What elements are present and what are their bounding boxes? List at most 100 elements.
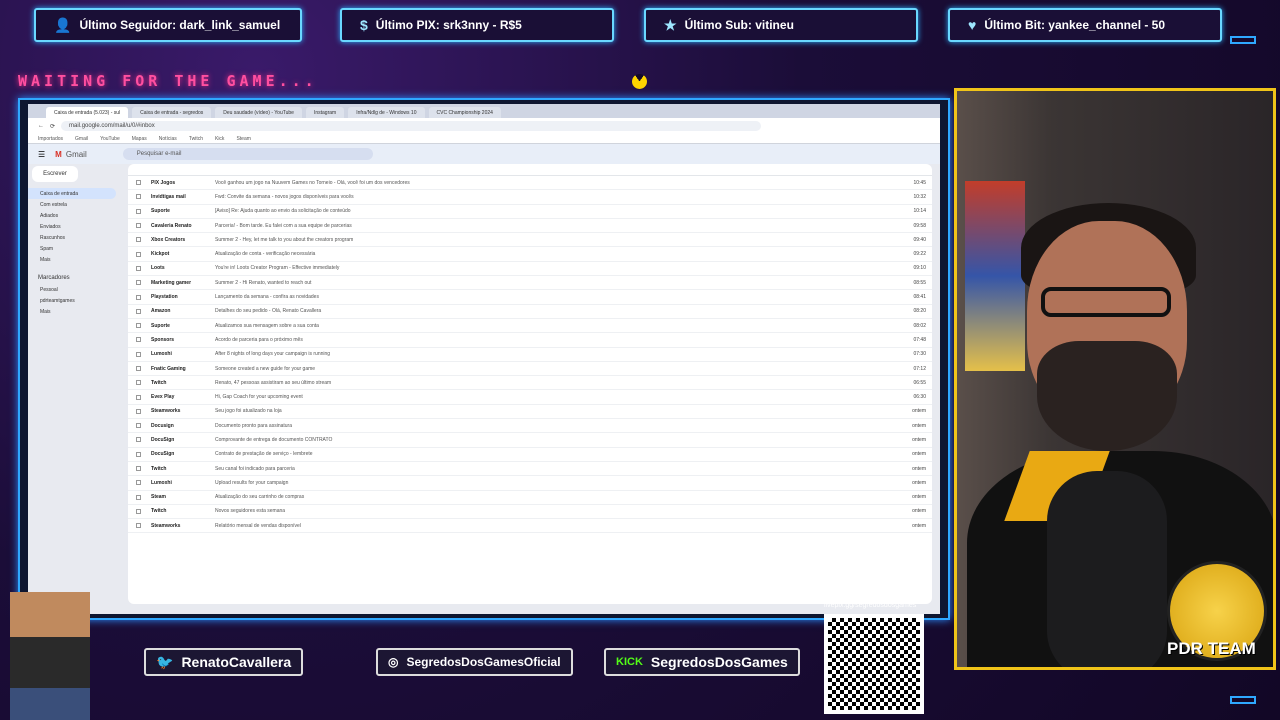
email-row[interactable]: PIX Jogos Você ganhou um jogo na Nuuvem G… [128,176,932,191]
folder-more[interactable]: Mais [28,254,116,265]
email-row[interactable]: Amazon Detalhes do seu pedido - Olá, Rena… [128,305,932,319]
row-checkbox[interactable] [136,194,141,200]
email-time: ontem [912,422,926,429]
tab-2[interactable]: Caixa de entrada - segredos [132,107,212,118]
email-sender: Lumoxhi [151,479,172,486]
email-snippet: Lançamento da semana - confira as novida… [215,294,319,301]
alerts-bar: 👤 Último Seguidor: dark_link_samuel $ Últi… [0,0,1280,50]
label-item[interactable]: pdrteamtgames [28,295,116,306]
tab-4[interactable]: Instagram [305,107,345,118]
label-item[interactable]: Mais [28,306,116,317]
folder-drafts[interactable]: Rascunhos [28,232,116,243]
bookmark-item[interactable]: Notícias [159,136,177,142]
email-row[interactable]: Marketing gamer Summer 2 - Hi Renato, wan… [128,276,932,291]
row-checkbox[interactable] [136,337,141,343]
email-time: ontem [912,508,926,515]
email-row[interactable]: Lumoxhi After 8 nights of long days your … [128,348,932,362]
bookmark-item[interactable]: Gmail [75,136,88,142]
folder-sent[interactable]: Enviados [28,221,116,232]
row-checkbox[interactable] [136,323,141,329]
email-row[interactable]: Steamworks Relatório mensal de vendas dis… [128,519,932,534]
email-row[interactable]: Suporte Atualizamos sua mensagem sobre a … [128,319,932,334]
folder-starred[interactable]: Com estrela [28,199,116,210]
email-snippet: Detalhes do seu pedido - Olá, Renato Cav… [215,308,322,315]
email-row[interactable]: Sponsors Acordo de parceria para o próxim… [128,333,932,348]
gmail-body: Escrever Caixa de entrada Com estrela Ad… [28,164,940,604]
email-sender: Kickpot [151,251,170,258]
row-checkbox[interactable] [136,265,141,271]
glasses [1041,287,1171,317]
email-row[interactable]: Suporte [Aviso] Re: Ajuda quanto ao envio… [128,205,932,219]
email-row[interactable]: Twitch Novos seguidores esta semana ontem [128,505,932,520]
email-row[interactable]: DocuSign Comprovante de entrega de docume… [128,433,932,448]
row-checkbox[interactable] [136,237,141,243]
email-time: ontem [912,436,926,443]
row-checkbox[interactable] [136,294,141,300]
email-time: 08:55 [913,279,926,286]
email-row[interactable]: Steamworks Seu jogo foi atualizado na loj… [128,405,932,420]
compose-button[interactable]: Escrever [32,166,78,182]
row-checkbox[interactable] [136,351,141,357]
email-row[interactable]: Steam Atualização do seu carrinho de comp… [128,491,932,505]
row-checkbox[interactable] [136,494,141,500]
email-row[interactable]: Cavaleria Renato Parceria! - Bom tarde. E… [128,219,932,234]
row-checkbox[interactable] [136,466,141,472]
tab-3[interactable]: Deu saudade (vídeo) - YouTube [215,107,302,118]
email-row[interactable]: DocuSign Contrato de prestação de serviço… [128,448,932,462]
bookmark-item[interactable]: Twitch [189,136,203,142]
row-checkbox[interactable] [136,180,141,186]
row-checkbox[interactable] [136,437,141,443]
row-checkbox[interactable] [136,251,141,257]
tab-6[interactable]: CVC Championship 2024 [428,107,501,118]
row-checkbox[interactable] [136,480,141,486]
qr-code[interactable] [824,614,924,714]
menu-icon[interactable]: ☰ [38,150,45,159]
row-checkbox[interactable] [136,408,141,414]
email-row[interactable]: Loots You're in! Loots Creator Program - … [128,262,932,277]
email-row[interactable]: Lumoxhi Upload results for your campaign o… [128,476,932,491]
bookmark-item[interactable]: Mapas [132,136,147,142]
mail-icon: M [55,149,62,159]
address-bar[interactable]: mail.google.com/mail/u/0/#inbox [61,121,762,131]
folder-snoozed[interactable]: Adiados [28,210,116,221]
bookmark-item[interactable]: Importados [38,136,63,142]
email-row[interactable]: Evex Play Hi, Gap Coach for your upcoming… [128,390,932,405]
search-input[interactable]: Pesquisar e-mail [122,148,373,160]
email-row[interactable]: Twitch Seu canal foi indicado para parcer… [128,462,932,477]
folder-spam[interactable]: Spam [28,243,116,254]
row-checkbox[interactable] [136,523,141,529]
gmail-logo[interactable]: M Gmail [55,150,87,159]
email-snippet: [Aviso] Re: Ajuda quanto ao envio da sol… [215,208,351,215]
email-time: 08:41 [913,294,926,301]
reload-icon[interactable]: ⟳ [50,123,55,130]
row-checkbox[interactable] [136,394,141,400]
email-snippet: Someone created a new guide for your gam… [215,365,316,372]
row-checkbox[interactable] [136,208,141,214]
email-row[interactable]: Twitch Renato, 47 pessoas assistiram ao s… [128,376,932,391]
row-checkbox[interactable] [136,223,141,229]
tab-5[interactable]: Infra/Ndlg de - Windows 10 [348,107,425,118]
row-checkbox[interactable] [136,380,141,386]
email-row[interactable]: Kickpot Atualização de conta - verificaçã… [128,247,932,262]
row-checkbox[interactable] [136,451,141,457]
bookmark-item[interactable]: Steam [236,136,250,142]
email-row[interactable]: Docusign Documento pronto para assinatura… [128,419,932,434]
pixel-character [10,592,90,720]
row-checkbox[interactable] [136,366,141,371]
label-item[interactable]: Pessoal [28,284,116,295]
back-icon[interactable]: ← [38,123,44,129]
email-time: 09:58 [913,222,926,229]
tab-gmail[interactable]: Caixa de entrada (5.023) - sul [46,107,129,118]
email-row[interactable]: Playstation Lançamento da semana - confir… [128,290,932,305]
email-row[interactable]: Fnatic Gaming Someone created a new guide… [128,362,932,377]
row-checkbox[interactable] [136,280,141,286]
bookmark-item[interactable]: Kick [215,136,224,142]
email-row[interactable]: Invidtigas mail Fwd: Convite da semana - … [128,190,932,205]
folder-inbox[interactable]: Caixa de entrada [28,188,116,199]
row-checkbox[interactable] [136,508,141,514]
row-checkbox[interactable] [136,308,141,314]
email-row[interactable]: Xbox Creators Summer 2 - Hey, let me talk… [128,233,932,248]
webcam-feed: PDR TEAM [954,88,1276,670]
bookmark-item[interactable]: YouTube [100,136,120,142]
row-checkbox[interactable] [136,423,141,429]
